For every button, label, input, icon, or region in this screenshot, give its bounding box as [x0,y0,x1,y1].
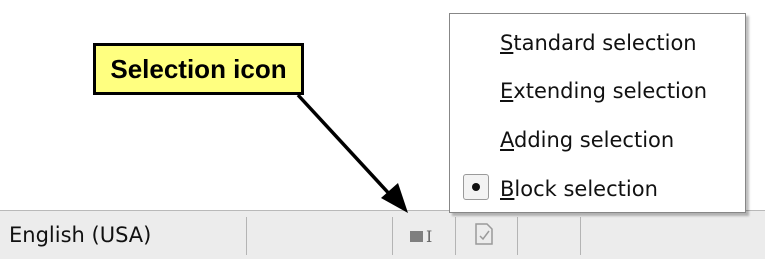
selection-mode-menu: Standard selection Extending selection A… [449,13,746,213]
menu-item-block-selection[interactable]: Block selection [500,173,658,205]
menu-item-adding-selection[interactable]: Adding selection [500,124,674,156]
radio-selected-icon [463,174,489,200]
radio-dot-icon [472,183,480,191]
menu-item-standard-selection[interactable]: Standard selection [500,27,697,59]
menu-item-extending-selection[interactable]: Extending selection [500,75,707,107]
